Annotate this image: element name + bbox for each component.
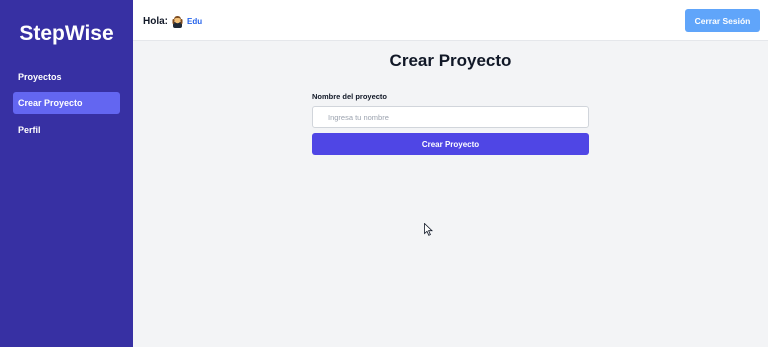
- user-avatar-icon: [171, 15, 184, 28]
- username-link[interactable]: Edu: [187, 17, 202, 26]
- sidebar-item-proyectos[interactable]: Proyectos: [13, 66, 120, 88]
- page-title: Crear Proyecto: [389, 51, 512, 70]
- brand-logo: StepWise: [19, 22, 114, 45]
- sidebar-item-perfil[interactable]: Perfil: [13, 119, 120, 141]
- top-bar: Hola: Edu Cerrar Sesión: [133, 0, 768, 41]
- project-name-label: Nombre del proyecto: [312, 92, 388, 101]
- logout-button[interactable]: Cerrar Sesión: [685, 9, 760, 32]
- create-project-button[interactable]: Crear Proyecto: [312, 133, 589, 155]
- mouse-cursor-icon: [424, 223, 433, 236]
- sidebar: StepWise Proyectos Crear Proyecto Perfil: [0, 0, 133, 347]
- sidebar-item-crear-proyecto[interactable]: Crear Proyecto: [13, 92, 120, 114]
- greeting: Hola: Edu: [143, 13, 202, 29]
- greeting-label: Hola:: [143, 15, 168, 27]
- project-name-input[interactable]: [312, 106, 589, 128]
- app-root: StepWise Proyectos Crear Proyecto Perfil…: [0, 0, 768, 347]
